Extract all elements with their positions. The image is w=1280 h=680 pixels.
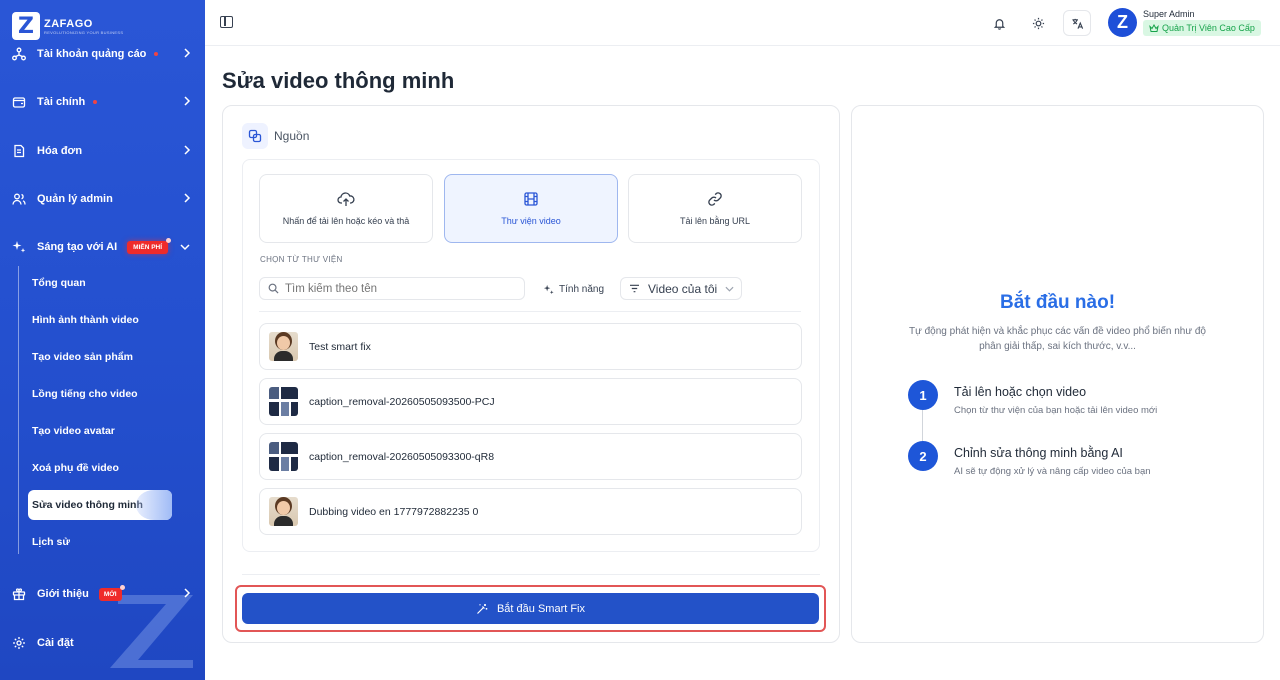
chevron-right-icon xyxy=(183,192,191,207)
sidebar-subitem-smart-fix[interactable]: Sửa video thông minh xyxy=(28,490,172,520)
sidebar: Z ZAFAGO REVOLUTIONIZING YOUR BUSINESS T… xyxy=(0,0,205,680)
guide-title: Bắt đầu nào! xyxy=(999,292,1116,313)
sidebar-item-label: Cài đặt xyxy=(37,637,74,649)
sidebar-item-label: Hóa đơn xyxy=(37,145,83,157)
sidebar-subitem-image-to-video[interactable]: Hình ảnh thành video xyxy=(28,305,172,335)
step-description: Chọn từ thư viện của bạn hoặc tải lên vi… xyxy=(954,405,1158,416)
chevron-right-icon xyxy=(183,587,191,602)
guide-card xyxy=(851,105,1264,643)
feature-button[interactable]: Tính năng xyxy=(543,279,604,299)
link-icon xyxy=(708,192,722,206)
step-title: Chỉnh sửa thông minh bằng AI xyxy=(954,446,1123,460)
divider xyxy=(259,311,801,312)
library-section-label: CHỌN TỪ THƯ VIỆN xyxy=(260,255,343,264)
search-input[interactable] xyxy=(285,282,505,295)
video-thumbnail xyxy=(269,332,298,361)
sidebar-item-label: Giới thiệu xyxy=(37,588,89,600)
video-name: Test smart fix xyxy=(309,340,371,353)
sidebar-item-settings[interactable]: Cài đặt xyxy=(0,625,205,661)
chevron-right-icon xyxy=(183,95,191,110)
sidebar-item-intro[interactable]: Giới thiệu MỚI xyxy=(0,576,205,612)
logo-tagline: REVOLUTIONIZING YOUR BUSINESS xyxy=(44,29,124,35)
step-title: Tải lên hoặc chọn video xyxy=(954,385,1087,399)
subtree-line xyxy=(18,266,19,554)
page-title: Sửa video thông minh xyxy=(222,68,455,93)
notification-button[interactable] xyxy=(985,10,1013,36)
crown-icon xyxy=(1149,23,1159,32)
video-list-item[interactable]: Test smart fix xyxy=(259,323,802,370)
sidebar-subitem-avatar-video[interactable]: Tạo video avatar xyxy=(28,416,172,446)
guide-description: Tự động phát hiện và khắc phục các vấn đ… xyxy=(909,326,1206,352)
start-smart-fix-button[interactable]: Bắt đầu Smart Fix xyxy=(242,593,819,624)
sidebar-subitem-remove-subtitles[interactable]: Xoá phụ đề video xyxy=(28,453,172,483)
free-badge: MIỄN PHÍ xyxy=(127,237,171,254)
video-list-item[interactable]: caption_removal-20260505093300-qR8 xyxy=(259,433,802,480)
user-role-badge: Quản Trị Viên Cao Cấp xyxy=(1143,20,1261,36)
sidebar-item-ad-accounts[interactable]: Tài khoản quảng cáo xyxy=(0,36,205,72)
chevron-down-icon xyxy=(725,286,734,292)
chevron-right-icon xyxy=(183,144,191,159)
sidebar-subitem-overview[interactable]: Tổng quan xyxy=(28,268,172,298)
sidebar-item-label: Tài chính xyxy=(37,96,86,108)
divider xyxy=(242,574,820,575)
avatar[interactable]: Z xyxy=(1108,8,1137,37)
theme-toggle-button[interactable] xyxy=(1024,10,1052,36)
video-name: caption_removal-20260505093300-qR8 xyxy=(309,450,495,463)
notification-dot xyxy=(154,52,159,56)
sparkles-icon xyxy=(12,240,26,254)
video-name: Dubbing video en 1777972882235 0 xyxy=(309,505,479,518)
gear-icon xyxy=(12,636,26,650)
step-number: 1 xyxy=(908,380,938,410)
sidebar-subitem-dubbing[interactable]: Lồng tiếng cho video xyxy=(28,379,172,409)
library-option[interactable]: Thư viện video xyxy=(444,174,618,243)
sidebar-item-invoices[interactable]: Hóa đơn xyxy=(0,133,205,169)
video-name: caption_removal-20260505093500-PCJ xyxy=(309,395,495,408)
film-icon xyxy=(524,192,538,206)
search-box[interactable] xyxy=(259,277,525,300)
step-number: 2 xyxy=(908,441,938,471)
logo-name: ZAFAGO xyxy=(44,17,93,30)
users-icon xyxy=(12,192,26,206)
copy-icon xyxy=(242,123,268,149)
sidebar-subitem-product-video[interactable]: Tạo video sản phẩm xyxy=(28,342,172,372)
chevron-down-icon xyxy=(179,242,191,254)
sidebar-toggle-icon[interactable] xyxy=(220,16,233,28)
wallet-icon xyxy=(12,95,26,109)
magic-wand-icon xyxy=(477,603,488,614)
sun-icon xyxy=(1032,17,1044,29)
video-filter-select[interactable]: Video của tôi xyxy=(620,277,742,300)
sidebar-item-admin[interactable]: Quản lý admin xyxy=(0,181,205,217)
video-thumbnail xyxy=(269,442,298,471)
filter-icon xyxy=(630,284,639,293)
new-badge: MỚI xyxy=(98,584,125,601)
source-label: Nguồn xyxy=(274,129,310,143)
notification-dot xyxy=(93,100,98,104)
language-button[interactable] xyxy=(1063,10,1091,36)
gift-icon xyxy=(12,587,26,601)
sidebar-item-label: Tài khoản quảng cáo xyxy=(37,48,147,60)
step-description: AI sẽ tự động xử lý và nâng cấp video củ… xyxy=(954,466,1151,477)
user-name: Super Admin xyxy=(1143,9,1195,19)
url-option[interactable]: Tải lên bằng URL xyxy=(628,174,802,243)
video-thumbnail xyxy=(269,497,298,526)
sidebar-item-ai-create[interactable]: Sáng tạo với AI MIỄN PHÍ xyxy=(0,229,205,265)
network-icon xyxy=(12,47,26,61)
sidebar-item-label: Quản lý admin xyxy=(37,193,113,205)
sparkles-icon xyxy=(543,284,554,294)
invoice-icon xyxy=(12,144,26,158)
sidebar-subitem-history[interactable]: Lịch sử xyxy=(28,527,172,557)
video-list-item[interactable]: caption_removal-20260505093500-PCJ xyxy=(259,378,802,425)
search-icon xyxy=(268,283,279,294)
video-thumbnail xyxy=(269,387,298,416)
step-connector xyxy=(922,410,923,442)
upload-cloud-icon xyxy=(337,192,355,206)
chevron-right-icon xyxy=(183,47,191,62)
translate-icon xyxy=(1071,18,1083,29)
video-list-item[interactable]: Dubbing video en 1777972882235 0 xyxy=(259,488,802,535)
bell-icon xyxy=(993,18,1005,30)
upload-option[interactable]: Nhấn để tải lên hoặc kéo và thả xyxy=(259,174,433,243)
sidebar-item-label: Sáng tạo với AI xyxy=(37,241,118,253)
top-header: Z Super Admin Quản Trị Viên Cao Cấp xyxy=(205,0,1280,46)
sidebar-item-finance[interactable]: Tài chính xyxy=(0,84,205,120)
